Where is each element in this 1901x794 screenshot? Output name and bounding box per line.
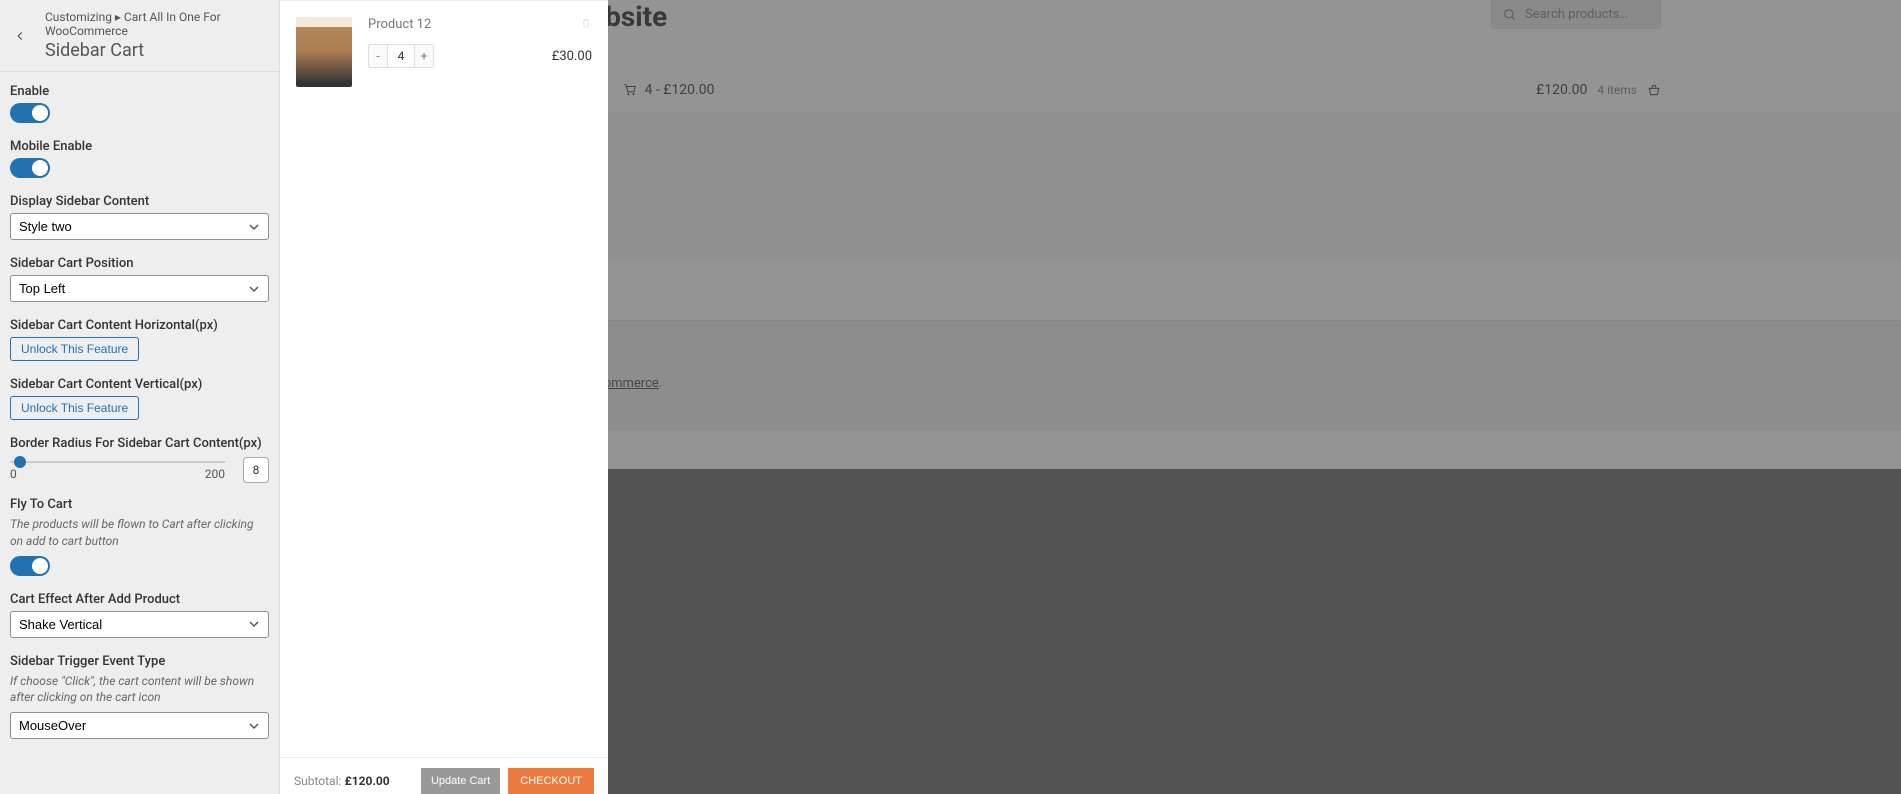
cart-item-image[interactable] [296, 17, 352, 87]
unlock-horizontal-button[interactable]: Unlock This Feature [10, 337, 139, 361]
control-enable: Enable [10, 84, 269, 123]
border-min: 0 [10, 467, 17, 481]
control-horizontal: Sidebar Cart Content Horizontal(px) Unlo… [10, 318, 269, 361]
display-content-label: Display Sidebar Content [10, 194, 269, 209]
qty-value[interactable]: 4 [387, 45, 415, 67]
unlock-vertical-button[interactable]: Unlock This Feature [10, 396, 139, 420]
update-cart-button[interactable]: Update Cart [421, 768, 500, 794]
subtotal-label: Subtotal: [294, 774, 341, 788]
control-mobile-enable: Mobile Enable [10, 139, 269, 178]
border-max: 200 [205, 467, 225, 481]
vertical-label: Sidebar Cart Content Vertical(px) [10, 377, 269, 392]
checkout-button[interactable]: CHECKOUT [508, 768, 594, 794]
control-border-radius: Border Radius For Sidebar Cart Content(p… [10, 436, 269, 481]
subtotal-value: £120.00 [345, 774, 390, 788]
display-content-select[interactable]: Style two [10, 213, 269, 240]
enable-label: Enable [10, 84, 269, 99]
trash-icon[interactable] [580, 17, 592, 29]
fly-desc: The products will be flown to Cart after… [10, 516, 269, 550]
mobile-enable-label: Mobile Enable [10, 139, 269, 154]
fly-label: Fly To Cart [10, 497, 269, 512]
panel-title: Sidebar Cart [45, 40, 269, 61]
control-position: Sidebar Cart Position Top Left [10, 256, 269, 302]
trigger-select[interactable]: MouseOver [10, 712, 269, 739]
fly-toggle[interactable] [10, 556, 50, 576]
control-effect: Cart Effect After Add Product Shake Vert… [10, 592, 269, 638]
cart-item-price: £30.00 [552, 49, 592, 64]
position-select[interactable]: Top Left [10, 275, 269, 302]
cart-item: Product 12 - 4 + £30.00 [280, 1, 608, 103]
effect-label: Cart Effect After Add Product [10, 592, 269, 607]
customizer-panel: Customizing ▸ Cart All In One For WooCom… [0, 0, 280, 794]
effect-select[interactable]: Shake Vertical [10, 611, 269, 638]
border-radius-value[interactable]: 8 [243, 457, 269, 483]
sidebar-cart-panel: Product 12 - 4 + £30.00 S [280, 0, 608, 794]
control-trigger: Sidebar Trigger Event Type If choose "Cl… [10, 654, 269, 740]
cart-item-name[interactable]: Product 12 [368, 17, 431, 32]
breadcrumb: Customizing ▸ Cart All In One For WooCom… [45, 10, 269, 38]
control-fly: Fly To Cart The products will be flown t… [10, 497, 269, 576]
qty-plus-button[interactable]: + [415, 45, 433, 67]
preview-area: est Website rdPress site Search products… [280, 0, 1901, 794]
position-label: Sidebar Cart Position [10, 256, 269, 271]
border-radius-slider[interactable] [10, 461, 225, 463]
horizontal-label: Sidebar Cart Content Horizontal(px) [10, 318, 269, 333]
customizer-header: Customizing ▸ Cart All In One For WooCom… [0, 0, 279, 72]
mobile-enable-toggle[interactable] [10, 158, 50, 178]
qty-minus-button[interactable]: - [369, 45, 387, 67]
quantity-stepper: - 4 + [368, 44, 434, 68]
trigger-label: Sidebar Trigger Event Type [10, 654, 269, 669]
control-vertical: Sidebar Cart Content Vertical(px) Unlock… [10, 377, 269, 420]
enable-toggle[interactable] [10, 103, 50, 123]
cart-footer: Subtotal: £120.00 Update Cart CHECKOUT [280, 757, 608, 794]
slider-thumb[interactable] [14, 456, 26, 468]
back-button[interactable] [10, 26, 30, 46]
chevron-left-icon [13, 29, 27, 43]
control-display-content: Display Sidebar Content Style two [10, 194, 269, 240]
border-radius-label: Border Radius For Sidebar Cart Content(p… [10, 436, 269, 451]
trigger-desc: If choose "Click", the cart content will… [10, 673, 269, 707]
customizer-body[interactable]: Enable Mobile Enable Display Sidebar Con… [0, 72, 279, 794]
